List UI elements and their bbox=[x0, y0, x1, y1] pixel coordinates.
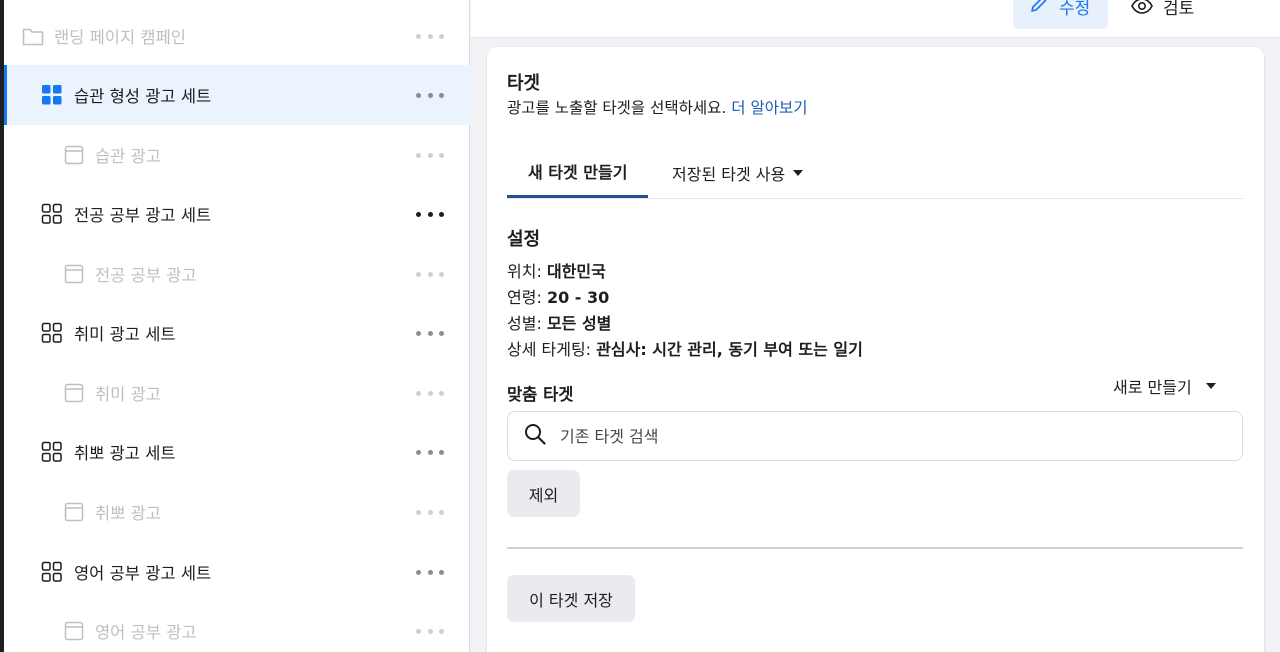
tree-item-adset[interactable]: 취미 광고 세트 bbox=[4, 303, 470, 363]
adset-grid-icon bbox=[41, 561, 63, 583]
create-new-label: 새로 만들기 bbox=[1113, 378, 1192, 397]
tree-item-ad[interactable]: 영어 공부 광고 bbox=[4, 601, 470, 652]
tree-item-campaign[interactable]: 랜딩 페이지 캠페인 bbox=[4, 6, 470, 66]
eye-icon bbox=[1131, 0, 1153, 18]
tree-item-adset-selected[interactable]: 습관 형성 광고 세트 bbox=[4, 65, 470, 125]
tree-item-label: 취뽀 광고 bbox=[95, 504, 161, 523]
more-options-button[interactable] bbox=[416, 561, 444, 583]
setting-gender: 성별: 모든 성별 bbox=[507, 310, 611, 334]
setting-label: 성별: bbox=[507, 314, 542, 333]
learn-more-link[interactable]: 더 알아보기 bbox=[731, 99, 807, 117]
setting-location: 위치: 대한민국 bbox=[507, 258, 606, 282]
tree-item-label: 랜딩 페이지 캠페인 bbox=[54, 28, 186, 47]
tab-new-audience[interactable]: 새 타겟 만들기 bbox=[507, 147, 649, 198]
more-options-button[interactable] bbox=[416, 84, 444, 106]
card-title: 타겟 bbox=[507, 73, 541, 94]
pencil-icon bbox=[1029, 0, 1049, 18]
tree-item-adset[interactable]: 취뽀 광고 세트 bbox=[4, 422, 470, 482]
ad-icon bbox=[63, 620, 85, 642]
campaign-tree-sidebar: 랜딩 페이지 캠페인 습관 형성 광고 세트 습관 광고 전공 공부 광고 세트… bbox=[4, 0, 470, 652]
audience-search-input[interactable] bbox=[560, 426, 1200, 446]
setting-value: 대한민국 bbox=[546, 262, 606, 281]
edit-button-label: 수정 bbox=[1059, 0, 1091, 19]
setting-value: 모든 성별 bbox=[546, 314, 612, 333]
settings-title: 설정 bbox=[507, 229, 541, 250]
more-options-button[interactable] bbox=[416, 263, 444, 285]
tree-item-adset[interactable]: 전공 공부 광고 세트 bbox=[4, 184, 470, 244]
tab-saved-audience[interactable]: 저장된 타겟 사용 bbox=[672, 147, 804, 198]
more-options-button[interactable] bbox=[416, 501, 444, 523]
setting-age: 연령: 20 - 30 bbox=[507, 284, 609, 308]
tree-item-ad[interactable]: 전공 공부 광고 bbox=[4, 244, 470, 304]
adset-grid-icon bbox=[41, 203, 63, 225]
adset-grid-icon bbox=[41, 84, 63, 106]
edit-button[interactable]: 수정 bbox=[1013, 0, 1108, 29]
tab-saved-label: 저장된 타겟 사용 bbox=[672, 164, 786, 184]
ad-icon bbox=[63, 263, 85, 285]
more-options-button[interactable] bbox=[416, 25, 444, 47]
caret-down-icon bbox=[1205, 383, 1216, 389]
exclude-button[interactable]: 제외 bbox=[507, 470, 580, 517]
more-options-button[interactable] bbox=[416, 322, 444, 344]
save-audience-button[interactable]: 이 타겟 저장 bbox=[507, 575, 635, 622]
tree-item-ad[interactable]: 취미 광고 bbox=[4, 363, 470, 423]
audience-search-box bbox=[507, 411, 1243, 461]
more-options-button[interactable] bbox=[416, 144, 444, 166]
more-options-button[interactable] bbox=[416, 382, 444, 404]
search-icon bbox=[524, 423, 546, 449]
setting-value: 관심사: 시간 관리, 동기 부여 또는 일기 bbox=[596, 340, 863, 359]
setting-detailed-targeting: 상세 타게팅: 관심사: 시간 관리, 동기 부여 또는 일기 bbox=[507, 336, 863, 360]
create-new-dropdown[interactable]: 새로 만들기 bbox=[1113, 374, 1216, 398]
tree-item-label: 영어 공부 광고 bbox=[95, 623, 197, 642]
top-toolbar: 수정 검토 bbox=[471, 0, 1280, 38]
target-card: 타겟 광고를 노출할 타겟을 선택하세요. 더 알아보기 새 타겟 만들기 저장… bbox=[487, 47, 1264, 652]
more-options-button[interactable] bbox=[416, 620, 444, 642]
tree-item-label: 취뽀 광고 세트 bbox=[74, 444, 176, 463]
ad-icon bbox=[63, 144, 85, 166]
ad-icon bbox=[63, 382, 85, 404]
tree-item-label: 취미 광고 세트 bbox=[74, 325, 176, 344]
setting-label: 위치: bbox=[507, 262, 542, 281]
tree-item-ad[interactable]: 취뽀 광고 bbox=[4, 482, 470, 542]
card-subtitle: 광고를 노출할 타겟을 선택하세요. 더 알아보기 bbox=[507, 96, 808, 118]
adset-grid-icon bbox=[41, 441, 63, 463]
setting-label: 연령: bbox=[507, 288, 542, 307]
tree-item-label: 습관 광고 bbox=[95, 147, 161, 166]
subtitle-text: 광고를 노출할 타겟을 선택하세요. bbox=[507, 99, 727, 117]
section-divider bbox=[507, 547, 1243, 549]
tree-item-label: 전공 공부 광고 세트 bbox=[74, 206, 212, 225]
tree-item-label: 전공 공부 광고 bbox=[95, 266, 197, 285]
caret-down-icon bbox=[793, 169, 804, 176]
review-button-label: 검토 bbox=[1163, 0, 1195, 19]
folder-icon bbox=[22, 25, 44, 47]
audience-tabs: 새 타겟 만들기 저장된 타겟 사용 bbox=[507, 147, 1243, 199]
tree-item-label: 영어 공부 광고 세트 bbox=[74, 564, 212, 583]
tree-item-label: 습관 형성 광고 세트 bbox=[74, 87, 212, 106]
setting-value: 20 - 30 bbox=[546, 288, 610, 307]
tree-item-label: 취미 광고 bbox=[95, 385, 161, 404]
more-options-button[interactable] bbox=[416, 203, 444, 225]
ad-icon bbox=[63, 501, 85, 523]
review-button[interactable]: 검토 bbox=[1131, 0, 1194, 29]
tree-item-ad[interactable]: 습관 광고 bbox=[4, 125, 470, 185]
more-options-button[interactable] bbox=[416, 441, 444, 463]
adset-grid-icon bbox=[41, 322, 63, 344]
setting-label: 상세 타게팅: bbox=[507, 340, 592, 359]
tree-item-adset[interactable]: 영어 공부 광고 세트 bbox=[4, 542, 470, 602]
custom-audience-title: 맞춤 타겟 bbox=[507, 385, 574, 404]
